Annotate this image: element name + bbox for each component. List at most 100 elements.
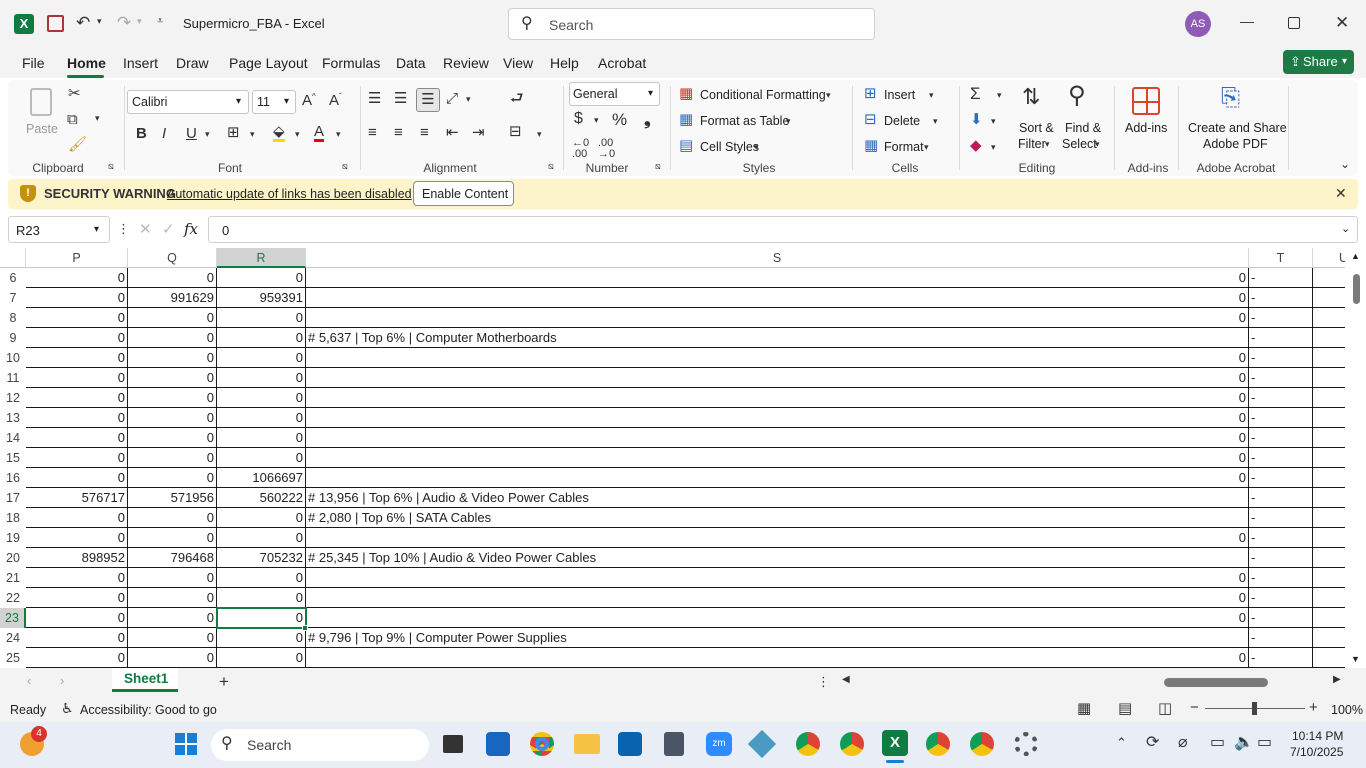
cell-p[interactable]: 576717 <box>26 488 128 508</box>
cell-u[interactable] <box>1313 348 1345 368</box>
cell-p[interactable]: 0 <box>26 528 128 548</box>
autosum-icon[interactable]: Σ <box>970 85 981 102</box>
tab-formulas[interactable]: Formulas <box>322 55 380 71</box>
normal-view-icon[interactable]: ▦ <box>1077 701 1091 716</box>
cell-p[interactable]: 0 <box>26 368 128 388</box>
font-color-icon[interactable]: A <box>314 124 325 142</box>
cell-p[interactable]: 0 <box>26 408 128 428</box>
collapse-ribbon-icon[interactable]: ⌄ <box>1340 158 1350 170</box>
borders-dropdown-icon[interactable]: ▾ <box>250 130 255 139</box>
cell-q[interactable]: 0 <box>128 368 217 388</box>
row-header[interactable]: 17 <box>0 488 26 508</box>
search-box[interactable]: ⚲ Search <box>508 8 875 40</box>
maximize-icon[interactable] <box>1288 17 1300 29</box>
cell-p[interactable]: 0 <box>26 308 128 328</box>
excel-taskbar-icon[interactable]: X <box>882 730 908 756</box>
row-header[interactable]: 13 <box>0 408 26 428</box>
formula-bar-more-icon[interactable]: ⋮ <box>117 222 130 235</box>
sort-filter-line2[interactable]: Filter <box>1018 137 1046 151</box>
security-warning-message[interactable]: Automatic update of links has been disab… <box>167 187 412 201</box>
column-header-u[interactable]: U <box>1313 248 1345 268</box>
cell-r[interactable]: 0 <box>217 368 306 388</box>
redo-dropdown-icon[interactable]: ▾ <box>137 17 142 26</box>
cell-r[interactable]: 0 <box>217 588 306 608</box>
cell-p[interactable]: 0 <box>26 428 128 448</box>
task-view-icon[interactable] <box>443 735 463 753</box>
cell-u[interactable] <box>1313 308 1345 328</box>
cell-u[interactable] <box>1313 408 1345 428</box>
cell-p[interactable]: 0 <box>26 348 128 368</box>
share-button[interactable]: ⇪ Share ▾ <box>1283 50 1354 74</box>
cell-u[interactable] <box>1313 628 1345 648</box>
tab-help[interactable]: Help <box>550 55 579 71</box>
format-cells-button[interactable]: Format <box>884 140 924 154</box>
conditional-formatting-chevron-icon[interactable]: ▾ <box>826 91 831 100</box>
create-pdf-icon[interactable]: ⎘ <box>1221 86 1240 110</box>
copy-dropdown-icon[interactable]: ▾ <box>95 114 100 123</box>
cell-q[interactable]: 991629 <box>128 288 217 308</box>
cell-s[interactable]: 0 <box>306 588 1249 608</box>
cell-s[interactable]: 0 <box>306 468 1249 488</box>
format-cells-icon[interactable]: ▦ <box>864 138 878 153</box>
cell-q[interactable]: 0 <box>128 268 217 288</box>
borders-icon[interactable]: ⊞ <box>227 125 240 140</box>
tab-review[interactable]: Review <box>443 55 489 71</box>
autosum-dropdown-icon[interactable]: ▾ <box>997 91 1002 100</box>
cell-r[interactable]: 0 <box>217 568 306 588</box>
close-warning-icon[interactable]: ✕ <box>1335 186 1347 200</box>
cell-t[interactable]: - <box>1249 488 1313 508</box>
currency-icon[interactable]: $ <box>574 111 583 127</box>
conditional-formatting-button[interactable]: Conditional Formatting <box>700 88 826 102</box>
cell-u[interactable] <box>1313 488 1345 508</box>
cell-s[interactable]: 0 <box>306 648 1249 668</box>
cell-u[interactable] <box>1313 288 1345 308</box>
format-painter-icon[interactable]: 🖌 <box>68 137 87 152</box>
sheet-tab-sheet1[interactable]: Sheet1 <box>112 668 178 692</box>
cell-t[interactable]: - <box>1249 308 1313 328</box>
wrap-text-icon[interactable]: ⮐ <box>510 91 524 106</box>
column-header-q[interactable]: Q <box>128 248 217 268</box>
cell-u[interactable] <box>1313 568 1345 588</box>
zoom-level[interactable]: 100% <box>1331 703 1363 717</box>
cell-u[interactable] <box>1313 648 1345 668</box>
cell-p[interactable]: 0 <box>26 628 128 648</box>
tab-page-layout[interactable]: Page Layout <box>229 55 308 71</box>
align-bottom-icon[interactable]: ☰ <box>416 88 440 112</box>
cell-u[interactable] <box>1313 548 1345 568</box>
cell-q[interactable]: 0 <box>128 308 217 328</box>
cell-q[interactable]: 0 <box>128 508 217 528</box>
cell-styles-button[interactable]: Cell Styles <box>700 140 759 154</box>
cell-p[interactable]: 0 <box>26 388 128 408</box>
confirm-entry-icon[interactable]: ✓ <box>162 222 175 237</box>
taskbar-search[interactable]: ⚲ Search <box>211 729 429 761</box>
redo-icon[interactable]: ↷ <box>117 14 131 31</box>
outlook-icon[interactable] <box>618 732 642 756</box>
cell-q[interactable]: 0 <box>128 388 217 408</box>
cut-icon[interactable]: ✂ <box>68 86 81 101</box>
cell-r[interactable]: 560222 <box>217 488 306 508</box>
cell-t[interactable]: - <box>1249 568 1313 588</box>
column-header-r[interactable]: R <box>217 248 306 268</box>
row-header[interactable]: 24 <box>0 628 26 648</box>
tray-volume-icon[interactable]: 🔈 <box>1234 735 1254 751</box>
row-header[interactable]: 10 <box>0 348 26 368</box>
cell-s[interactable]: 0 <box>306 448 1249 468</box>
tab-home[interactable]: Home <box>67 55 106 71</box>
undo-icon[interactable]: ↶ <box>76 14 90 31</box>
cell-q[interactable]: 0 <box>128 428 217 448</box>
hscroll-right-icon[interactable]: ▶ <box>1333 675 1341 685</box>
cell-t[interactable]: - <box>1249 648 1313 668</box>
currency-dropdown-icon[interactable]: ▾ <box>594 116 599 125</box>
row-header[interactable]: 9 <box>0 328 26 348</box>
zoom-in-icon[interactable]: + <box>1309 700 1318 715</box>
cell-p[interactable]: 0 <box>26 648 128 668</box>
sort-filter-icon[interactable]: ⇅ <box>1022 86 1040 108</box>
row-header[interactable]: 21 <box>0 568 26 588</box>
row-header[interactable]: 25 <box>0 648 26 668</box>
align-middle-icon[interactable]: ☰ <box>394 91 407 106</box>
fill-dropdown-icon[interactable]: ▾ <box>991 117 996 126</box>
close-icon[interactable]: ✕ <box>1335 14 1349 31</box>
cell-u[interactable] <box>1313 528 1345 548</box>
cell-q[interactable]: 0 <box>128 588 217 608</box>
find-select-icon[interactable]: ⚲ <box>1068 84 1086 108</box>
